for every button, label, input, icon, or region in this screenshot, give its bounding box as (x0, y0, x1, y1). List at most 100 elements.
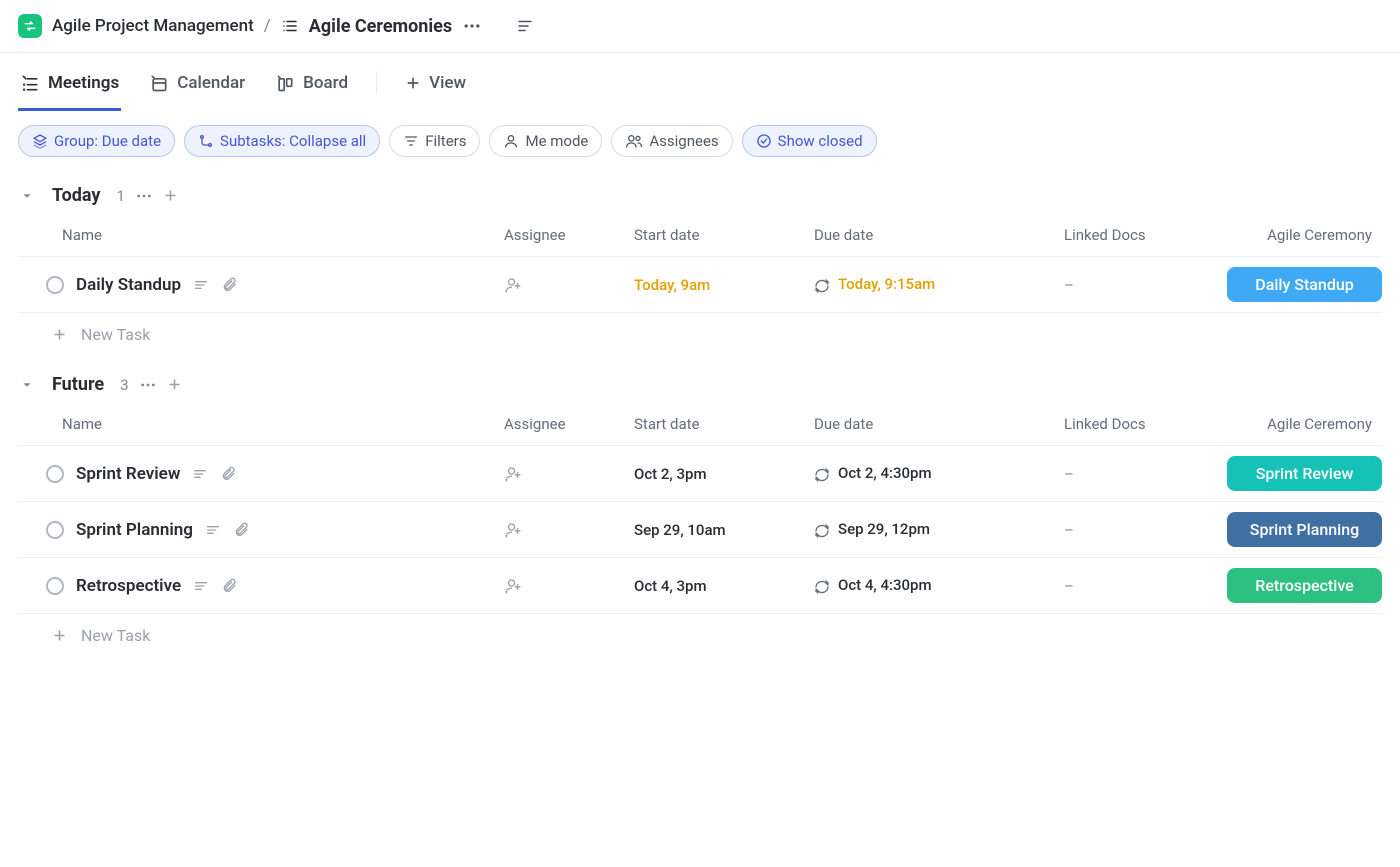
space-name[interactable]: Agile Project Management (52, 16, 254, 36)
assignee-cell[interactable] (498, 463, 628, 485)
status-circle[interactable] (46, 521, 64, 539)
col-assignee[interactable]: Assignee (498, 222, 628, 248)
assignees-chip[interactable]: Assignees (611, 125, 732, 157)
linked-docs-cell[interactable]: – (1058, 575, 1218, 597)
assignee-cell[interactable] (498, 575, 628, 597)
space-icon[interactable] (18, 14, 42, 38)
page-title[interactable]: Agile Ceremonies (309, 16, 452, 37)
repeat-icon (814, 579, 830, 595)
col-name[interactable]: Name (18, 411, 498, 437)
group-by-chip[interactable]: Group: Due date (18, 125, 175, 157)
tab-calendar[interactable]: Calendar (147, 53, 247, 111)
new-task-button[interactable]: New Task (18, 313, 1382, 356)
table-row[interactable]: Daily StandupToday, 9amToday, 9:15am–Dai… (18, 257, 1382, 313)
linked-docs-cell[interactable]: – (1058, 519, 1218, 541)
group-add-icon[interactable] (163, 188, 178, 203)
add-view-button[interactable]: View (403, 53, 468, 111)
start-date-cell[interactable]: Oct 2, 3pm (628, 463, 808, 485)
col-assignee[interactable]: Assignee (498, 411, 628, 437)
ceremony-cell[interactable]: Sprint Planning (1218, 510, 1382, 549)
plus-icon (52, 628, 67, 643)
ceremony-cell[interactable]: Retrospective (1218, 566, 1382, 605)
col-start[interactable]: Start date (628, 222, 808, 248)
subtasks-chip[interactable]: Subtasks: Collapse all (184, 125, 380, 157)
repeat-icon (814, 278, 830, 294)
due-date-cell[interactable]: Today, 9:15am (808, 273, 1058, 295)
chevron-down-icon[interactable] (20, 378, 34, 392)
ceremony-cell[interactable]: Daily Standup (1218, 265, 1382, 304)
group-add-icon[interactable] (167, 377, 182, 392)
group-more-icon[interactable] (135, 187, 153, 205)
attachment-icon[interactable] (221, 578, 237, 594)
description-icon[interactable] (193, 578, 209, 594)
chip-label: Subtasks: Collapse all (220, 132, 366, 150)
attachment-icon[interactable] (233, 522, 249, 538)
group-title[interactable]: Future (52, 374, 104, 395)
tab-label: Board (303, 73, 348, 93)
due-date-cell[interactable]: Oct 2, 4:30pm (808, 462, 1058, 484)
me-mode-chip[interactable]: Me mode (489, 125, 602, 157)
group-more-icon[interactable] (139, 376, 157, 394)
tab-board[interactable]: Board (273, 53, 350, 111)
due-date-text: Oct 4, 4:30pm (838, 576, 932, 594)
ceremony-badge[interactable]: Retrospective (1227, 568, 1382, 603)
task-name[interactable]: Daily Standup (76, 275, 181, 295)
due-date-text: Oct 2, 4:30pm (838, 464, 932, 482)
group-title[interactable]: Today (52, 185, 101, 206)
col-ceremony[interactable]: Agile Ceremony (1218, 411, 1382, 437)
ceremony-badge[interactable]: Sprint Planning (1227, 512, 1382, 547)
col-ceremony[interactable]: Agile Ceremony (1218, 222, 1382, 248)
description-icon[interactable] (516, 17, 534, 35)
ceremony-badge[interactable]: Sprint Review (1227, 456, 1382, 491)
group-today: Today1NameAssigneeStart dateDue dateLink… (0, 167, 1400, 356)
filters-chip[interactable]: Filters (389, 125, 480, 157)
assignee-cell[interactable] (498, 274, 628, 296)
description-icon[interactable] (205, 522, 221, 538)
task-name[interactable]: Retrospective (76, 576, 181, 596)
list-icon (281, 17, 299, 35)
view-divider (376, 71, 377, 93)
table-row[interactable]: Sprint ReviewOct 2, 3pmOct 2, 4:30pm–Spr… (18, 446, 1382, 502)
task-name[interactable]: Sprint Planning (76, 520, 193, 540)
col-start[interactable]: Start date (628, 411, 808, 437)
show-closed-chip[interactable]: Show closed (742, 125, 877, 157)
task-name[interactable]: Sprint Review (76, 464, 180, 484)
more-icon[interactable] (462, 16, 482, 36)
filter-bar: Group: Due date Subtasks: Collapse all F… (0, 111, 1400, 167)
col-docs[interactable]: Linked Docs (1058, 411, 1218, 437)
new-task-button[interactable]: New Task (18, 614, 1382, 657)
description-icon[interactable] (192, 466, 208, 482)
attachment-icon[interactable] (220, 466, 236, 482)
repeat-icon (814, 523, 830, 539)
group-future: Future3NameAssigneeStart dateDue dateLin… (0, 356, 1400, 657)
calendar-icon (149, 73, 169, 93)
table-row[interactable]: RetrospectiveOct 4, 3pmOct 4, 4:30pm–Ret… (18, 558, 1382, 614)
assignee-cell[interactable] (498, 519, 628, 541)
chip-label: Show closed (778, 132, 863, 150)
col-due[interactable]: Due date (808, 222, 1058, 248)
start-date-cell[interactable]: Oct 4, 3pm (628, 575, 808, 597)
ceremony-badge[interactable]: Daily Standup (1227, 267, 1382, 302)
col-name[interactable]: Name (18, 222, 498, 248)
attachment-icon[interactable] (221, 277, 237, 293)
repeat-icon (814, 467, 830, 483)
due-date-cell[interactable]: Sep 29, 12pm (808, 518, 1058, 540)
start-date-cell[interactable]: Today, 9am (628, 274, 808, 296)
status-circle[interactable] (46, 276, 64, 294)
linked-docs-cell[interactable]: – (1058, 274, 1218, 296)
chevron-down-icon[interactable] (20, 189, 34, 203)
start-date-cell[interactable]: Sep 29, 10am (628, 519, 808, 541)
tab-meetings[interactable]: Meetings (18, 53, 121, 111)
col-docs[interactable]: Linked Docs (1058, 222, 1218, 248)
due-date-text: Sep 29, 12pm (838, 520, 930, 538)
meetings-icon (20, 73, 40, 93)
status-circle[interactable] (46, 465, 64, 483)
description-icon[interactable] (193, 277, 209, 293)
linked-docs-cell[interactable]: – (1058, 463, 1218, 485)
status-circle[interactable] (46, 577, 64, 595)
ceremony-cell[interactable]: Sprint Review (1218, 454, 1382, 493)
table-row[interactable]: Sprint Planning Sep 29, 10am Sep 29, 12pm –… (18, 502, 1382, 558)
tab-label: Calendar (177, 73, 245, 93)
col-due[interactable]: Due date (808, 411, 1058, 437)
due-date-cell[interactable]: Oct 4, 4:30pm (808, 574, 1058, 596)
